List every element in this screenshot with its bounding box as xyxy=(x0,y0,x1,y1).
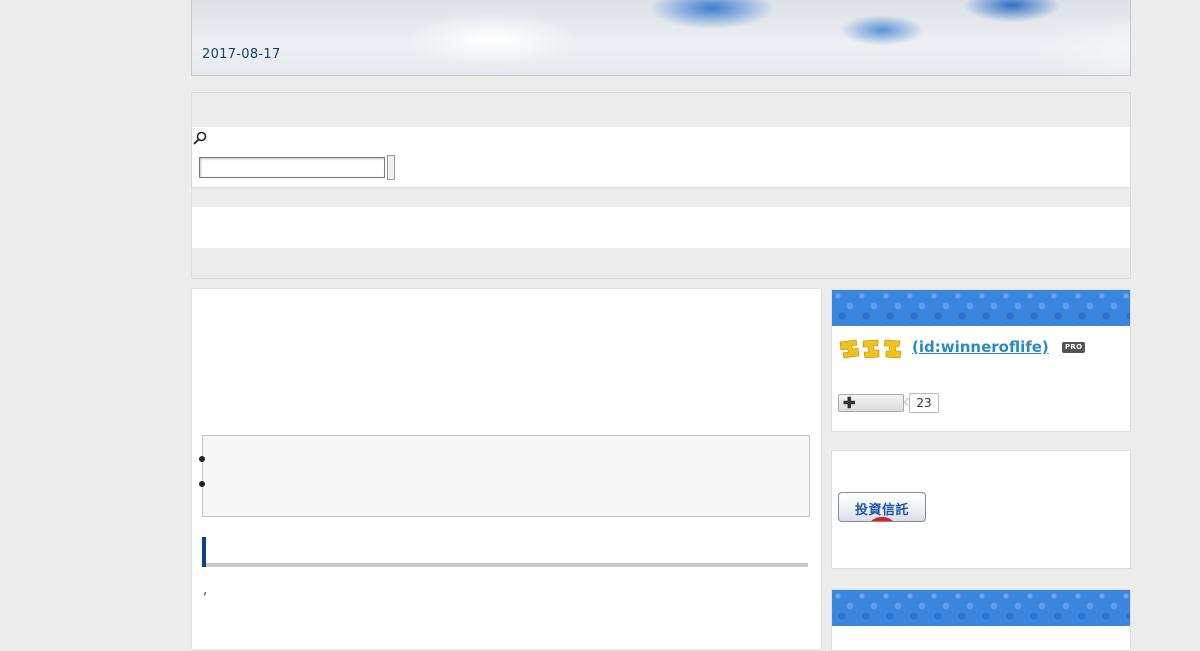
fund-banner-module: 投資信託 xyxy=(831,450,1131,569)
article-body-text: , xyxy=(203,583,208,598)
bullet-icon xyxy=(199,481,205,487)
banner-label: 投資信託 xyxy=(854,503,909,518)
blog-logo-icon[interactable] xyxy=(838,337,904,361)
heading-underline xyxy=(206,563,808,567)
sidebar-module xyxy=(831,589,1131,651)
module-header-pattern xyxy=(832,590,1130,626)
follow-button[interactable]: ✚ xyxy=(838,394,904,412)
table-of-contents xyxy=(199,435,810,517)
search-input[interactable] xyxy=(199,157,385,178)
blog-header-banner[interactable]: 2017-08-17 xyxy=(191,0,1131,76)
follower-count: 23 xyxy=(909,393,939,413)
search-button[interactable] xyxy=(387,155,395,180)
article-card: , xyxy=(191,288,822,650)
investment-trust-banner[interactable]: 投資信託 xyxy=(838,492,926,522)
module-header-pattern xyxy=(832,290,1130,326)
global-nav-strip xyxy=(192,207,1130,248)
profile-name-link[interactable]: (id:winneroflife) xyxy=(912,338,1049,356)
pro-badge: PRO xyxy=(1062,342,1086,353)
section-heading xyxy=(202,537,808,567)
search-icon xyxy=(193,131,207,145)
profile-module: (id:winneroflife) PRO ✚ 23 xyxy=(831,289,1131,432)
bullet-icon xyxy=(199,456,205,462)
search-bar xyxy=(192,127,1130,187)
plus-icon: ✚ xyxy=(843,395,856,412)
header-date: 2017-08-17 xyxy=(202,47,281,62)
navigation-band xyxy=(191,92,1131,279)
